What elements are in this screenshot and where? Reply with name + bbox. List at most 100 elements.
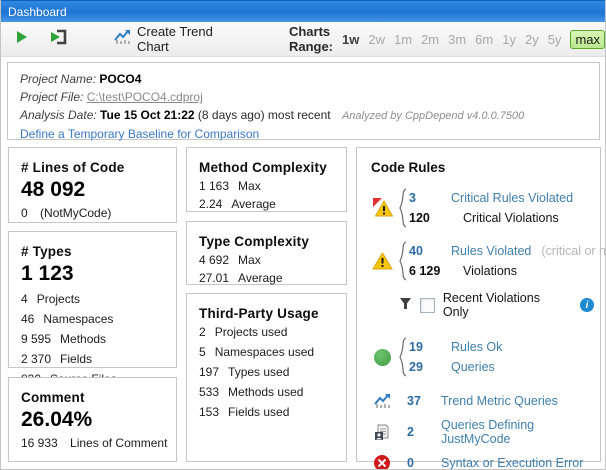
trend-chart-icon xyxy=(114,29,131,50)
trend-metric-queries-count: 37 xyxy=(407,394,441,408)
run-analysis-button[interactable] xyxy=(9,26,35,53)
type-complexity-title: Type Complexity xyxy=(199,234,340,249)
range-5y[interactable]: 5y xyxy=(548,32,562,47)
create-trend-chart-label: Create Trend Chart xyxy=(137,24,229,54)
brace-decoration xyxy=(397,188,407,228)
critical-violations-count: 120 xyxy=(409,211,451,225)
queries-count: 29 xyxy=(409,360,451,374)
queries-justmycode-row: 2 Queries Defining JustMyCode xyxy=(371,418,594,446)
queries-justmycode-link[interactable]: Queries Defining JustMyCode xyxy=(441,418,594,446)
types-panel: # Types 1 123 4Projects 46Namespaces 9 5… xyxy=(8,231,177,368)
define-baseline-link[interactable]: Define a Temporary Baseline for Comparis… xyxy=(20,127,259,141)
range-3m[interactable]: 3m xyxy=(448,32,466,47)
types-title: # Types xyxy=(21,244,170,259)
rules-ok-group: 19 Rules Ok 29 Queries xyxy=(371,337,594,377)
brace-decoration xyxy=(397,337,407,377)
critical-or-not-note: (critical or not) xyxy=(541,244,606,258)
filter-funnel-icon xyxy=(399,297,412,313)
queries-link[interactable]: Queries xyxy=(451,360,495,374)
lines-of-code-value: 48 092 xyxy=(21,178,170,202)
brace-decoration xyxy=(397,241,407,281)
analysis-date-line: Analysis Date: Tue 15 Oct 21:22 (8 days … xyxy=(20,107,599,124)
error-icon xyxy=(371,455,393,470)
range-1m[interactable]: 1m xyxy=(394,32,412,47)
code-rules-panel: Code Rules 3 Critical Rules Violated 120 xyxy=(356,147,601,462)
analysis-date-value: Tue 15 Oct 21:22 xyxy=(100,108,195,122)
project-name-label: Project Name: xyxy=(20,72,96,86)
window-title: Dashboard xyxy=(8,5,67,19)
rules-violated-count: 40 xyxy=(409,244,451,258)
stat-row: 4 692Max xyxy=(199,253,340,267)
stat-row: 1 163Max xyxy=(199,179,340,193)
method-complexity-panel: Method Complexity 1 163Max 2.24Average xyxy=(186,147,347,212)
range-max[interactable]: max xyxy=(570,30,605,49)
violations-label: Violations xyxy=(451,264,517,278)
range-1y[interactable]: 1y xyxy=(502,32,516,47)
comment-title: Comment xyxy=(21,390,170,405)
range-6m[interactable]: 6m xyxy=(475,32,493,47)
charts-range-label: Charts Range: xyxy=(289,24,333,54)
recent-violations-filter-row: Recent Violations Only i xyxy=(399,291,594,319)
charts-range-bar: Charts Range: 1w 2w 1m 2m 3m 6m 1y 2y 5y… xyxy=(289,24,605,54)
trend-icon xyxy=(371,393,393,409)
rules-violated-link[interactable]: Rules Violated xyxy=(451,244,531,258)
project-name-line: Project Name: POCO4 xyxy=(20,71,599,87)
notmycode-label: (NotMyCode) xyxy=(40,206,111,220)
project-file-label: Project File: xyxy=(20,90,83,104)
recent-violations-checkbox[interactable] xyxy=(420,298,435,313)
window-titlebar: Dashboard xyxy=(1,0,605,22)
stat-row: 2 370Fields xyxy=(21,352,170,366)
trend-metric-queries-link[interactable]: Trend Metric Queries xyxy=(441,394,558,408)
comment-panel: Comment 26.04% 16 933 Lines of Comment xyxy=(8,377,177,462)
create-trend-chart-button[interactable]: Create Trend Chart xyxy=(108,20,235,58)
rules-ok-count: 19 xyxy=(409,340,451,354)
rules-violated-group: 40 Rules Violated (critical or not) 6 12… xyxy=(371,241,594,281)
stat-row: 9 595Methods xyxy=(21,332,170,346)
info-icon[interactable]: i xyxy=(580,298,594,312)
play-export-icon xyxy=(49,29,68,50)
run-analysis-export-button[interactable] xyxy=(43,25,74,54)
critical-violations-label: Critical Violations xyxy=(451,211,559,225)
stat-row: 4Projects xyxy=(21,292,170,306)
violations-count: 6 129 xyxy=(409,264,451,278)
critical-rules-count: 3 xyxy=(409,191,451,205)
range-1w[interactable]: 1w xyxy=(342,32,359,47)
trend-metric-queries-row: 37 Trend Metric Queries xyxy=(371,393,594,409)
analyzed-by-text: Analyzed by CppDepend v4.0.0.7500 xyxy=(342,110,524,122)
stat-row: 46Namespaces xyxy=(21,312,170,326)
third-party-usage-panel: Third-Party Usage 2Projects used 5Namesp… xyxy=(186,293,347,462)
project-info-panel: Project Name: POCO4 Project File: C:\tes… xyxy=(7,62,600,140)
project-name-value: POCO4 xyxy=(99,72,141,86)
range-2m[interactable]: 2m xyxy=(421,32,439,47)
range-2y[interactable]: 2y xyxy=(525,32,539,47)
lines-of-code-title: # Lines of Code xyxy=(21,160,170,175)
recent-violations-label: Recent Violations Only xyxy=(443,291,568,319)
lines-of-code-panel: # Lines of Code 48 092 0 (NotMyCode) xyxy=(8,147,177,223)
syntax-error-row: 0 Syntax or Execution Error xyxy=(371,455,594,470)
syntax-error-link[interactable]: Syntax or Execution Error xyxy=(441,456,583,470)
stat-row: 153Fields used xyxy=(199,405,340,419)
method-complexity-title: Method Complexity xyxy=(199,160,340,175)
warning-icon xyxy=(371,251,393,271)
justmycode-icon xyxy=(371,424,393,441)
types-value: 1 123 xyxy=(21,262,170,286)
type-complexity-panel: Type Complexity 4 692Max 27.01Average xyxy=(186,221,347,285)
stat-row: 533Methods used xyxy=(199,385,340,399)
toolbar: Create Trend Chart Charts Range: 1w 2w 1… xyxy=(1,22,605,57)
range-2w[interactable]: 2w xyxy=(368,32,385,47)
stat-row: 2.24Average xyxy=(199,197,340,211)
project-file-link[interactable]: C:\test\POCO4.cdproj xyxy=(87,90,203,104)
notmycode-row: 0 (NotMyCode) xyxy=(21,206,170,220)
critical-rules-group: 3 Critical Rules Violated 120 Critical V… xyxy=(371,188,594,228)
comment-lines-row: 16 933 Lines of Comment xyxy=(21,436,170,450)
play-icon xyxy=(15,30,29,49)
rules-ok-icon xyxy=(371,349,393,366)
comment-value: 26.04% xyxy=(21,408,170,432)
stat-row: 27.01Average xyxy=(199,271,340,285)
project-file-line: Project File: C:\test\POCO4.cdproj xyxy=(20,89,599,105)
analysis-date-label: Analysis Date: xyxy=(20,108,97,122)
notmycode-value: 0 xyxy=(21,206,28,220)
rules-ok-link[interactable]: Rules Ok xyxy=(451,340,502,354)
third-party-usage-title: Third-Party Usage xyxy=(199,306,340,321)
critical-rules-link[interactable]: Critical Rules Violated xyxy=(451,191,573,205)
